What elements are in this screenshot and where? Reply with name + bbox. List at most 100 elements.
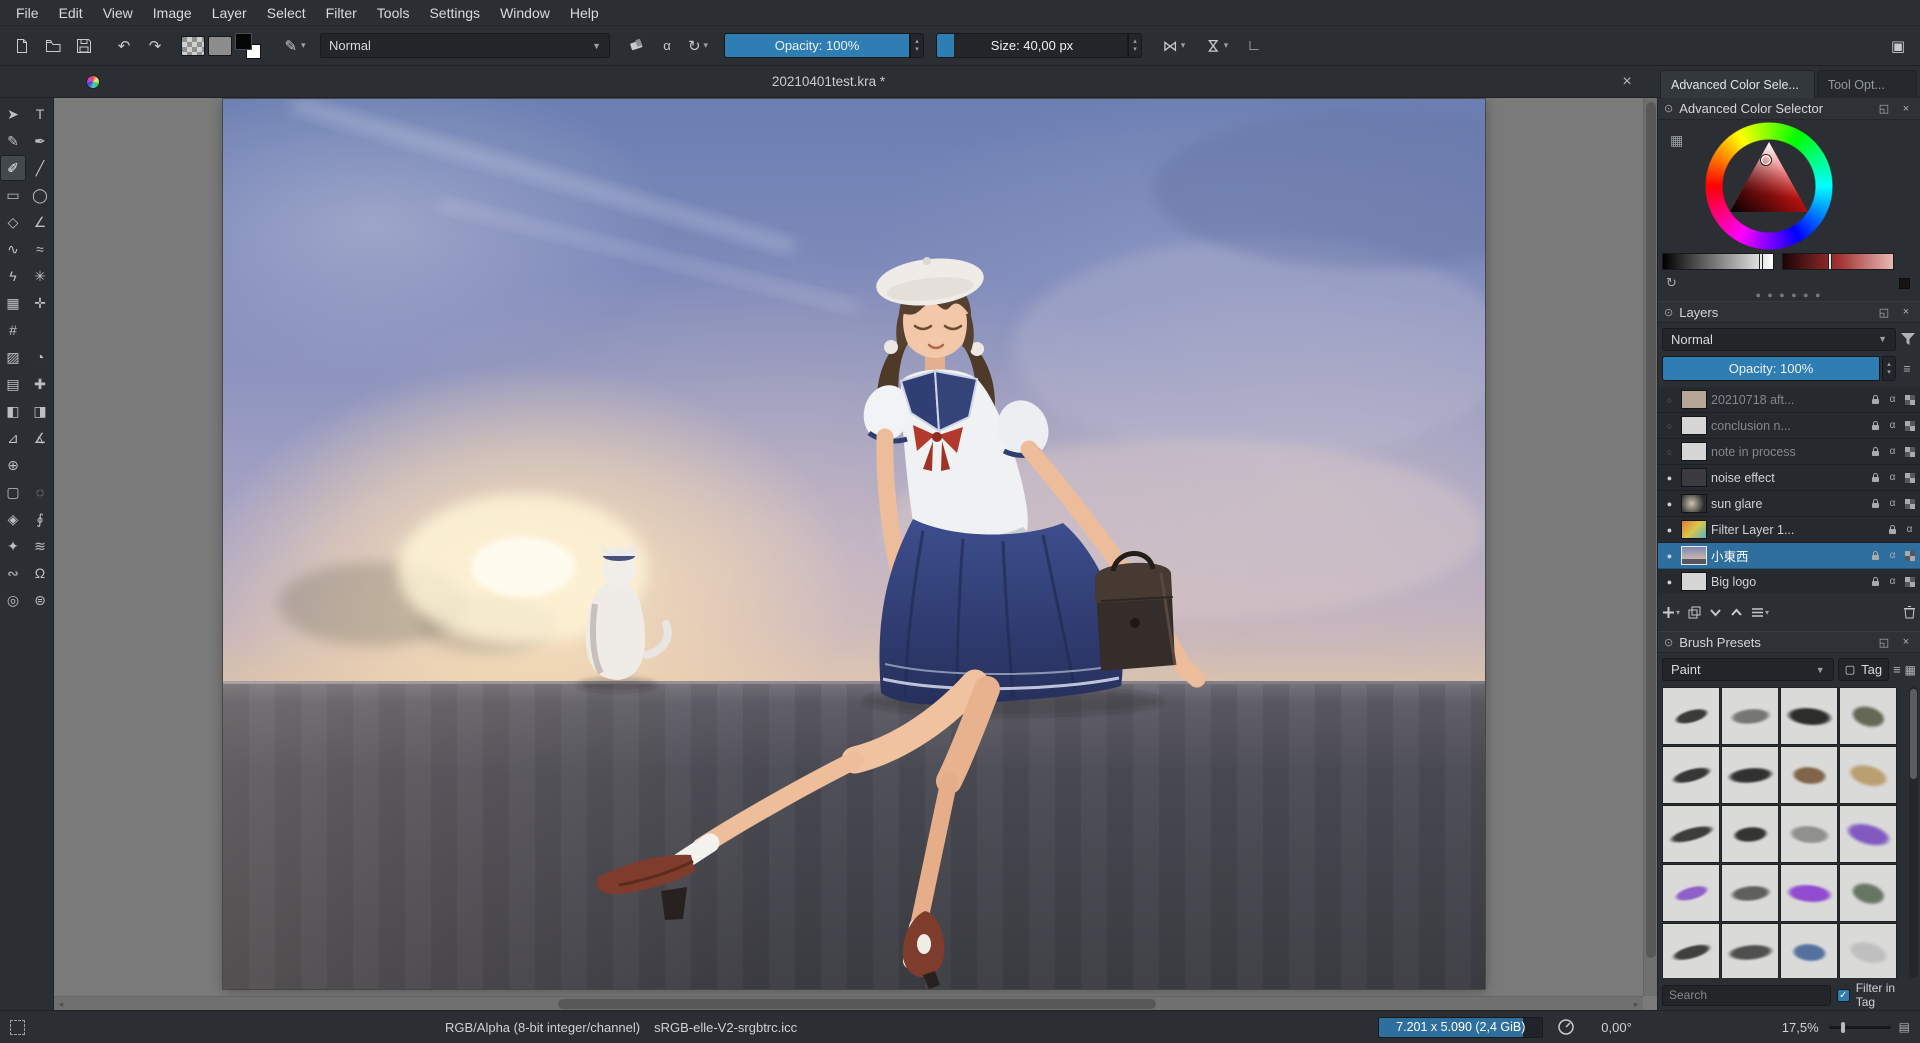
close-docker-icon[interactable]: × xyxy=(1898,103,1914,115)
brush-preset[interactable] xyxy=(1721,923,1779,978)
move-layer-down-button[interactable] xyxy=(1709,606,1722,619)
close-docker-icon[interactable]: × xyxy=(1898,636,1914,648)
tool-polygon[interactable]: ◇ xyxy=(0,209,26,235)
opacity-slider[interactable]: Opacity: 100% xyxy=(724,33,910,58)
hue-shade-gradient-bar[interactable] xyxy=(1782,253,1894,270)
layer-options-menu-icon[interactable]: ≡ xyxy=(1898,362,1916,376)
trim-canvas-button[interactable]: ∟ xyxy=(1240,32,1268,60)
color-wheel[interactable] xyxy=(1705,122,1833,250)
layer-alpha-icon[interactable]: α xyxy=(1886,498,1899,509)
pattern-chooser[interactable] xyxy=(208,36,232,56)
brush-grid-scrollbar[interactable] xyxy=(1909,687,1918,978)
layer-alpha-icon[interactable]: α xyxy=(1886,550,1899,561)
last-color-swatch[interactable] xyxy=(1899,278,1910,289)
canvas-horizontal-scrollbar-handle[interactable] xyxy=(558,999,1156,1009)
layer-lock-icon[interactable] xyxy=(1886,524,1899,535)
layer-visibility-icon[interactable]: ● xyxy=(1662,551,1677,561)
tool-rectangle[interactable]: ▭ xyxy=(0,182,26,208)
tool-freehand-path[interactable]: ≈ xyxy=(27,236,53,262)
mirror-vertical-button[interactable]: ⋈▾ xyxy=(1197,32,1237,60)
close-document-icon[interactable]: × xyxy=(1617,72,1637,92)
canvas-area[interactable]: ◂ ▸ xyxy=(54,98,1657,1010)
layer-row[interactable]: ○note in processα xyxy=(1658,439,1920,465)
tool-fill[interactable]: ◧ xyxy=(0,398,26,424)
layer-visibility-icon[interactable]: ● xyxy=(1662,473,1677,483)
menu-file[interactable]: File xyxy=(6,3,49,23)
tool-dynamic-brush[interactable]: ϟ xyxy=(0,263,26,289)
layer-alpha-icon[interactable]: α xyxy=(1886,394,1899,405)
layer-blend-mode-combobox[interactable]: Normal ▼ xyxy=(1662,328,1896,351)
menu-window[interactable]: Window xyxy=(490,3,560,23)
menu-filter[interactable]: Filter xyxy=(316,3,367,23)
layer-opacity-spinner[interactable]: ▴▾ xyxy=(1882,356,1896,381)
tool-pan[interactable]: ⊜ xyxy=(27,587,53,613)
layer-inherit-alpha-icon[interactable] xyxy=(1903,499,1916,509)
tool-crop[interactable]: # xyxy=(0,317,26,343)
value-gradient-bar[interactable] xyxy=(1662,253,1774,270)
layer-lock-icon[interactable] xyxy=(1869,394,1882,405)
tool-move[interactable]: ✛ xyxy=(27,290,53,316)
brush-preset[interactable] xyxy=(1839,864,1897,922)
layer-opacity-slider[interactable]: Opacity: 100% xyxy=(1662,356,1880,381)
preserve-alpha-button[interactable]: α xyxy=(653,32,681,60)
close-docker-icon[interactable]: × xyxy=(1898,306,1914,318)
layer-visibility-icon[interactable]: ○ xyxy=(1662,421,1677,431)
menu-image[interactable]: Image xyxy=(143,3,202,23)
canvas-painting[interactable] xyxy=(223,99,1485,989)
layer-row[interactable]: ○conclusion n...α xyxy=(1658,413,1920,439)
tool-measure[interactable]: ∡ xyxy=(27,425,53,451)
brush-preset[interactable] xyxy=(1780,687,1838,745)
scroll-left-icon[interactable]: ◂ xyxy=(54,997,68,1010)
layer-alpha-icon[interactable]: α xyxy=(1886,446,1899,457)
brush-preset[interactable] xyxy=(1839,923,1897,978)
tool-select-freehand[interactable]: ∮ xyxy=(27,506,53,532)
selection-display-icon[interactable] xyxy=(10,1020,25,1035)
fg-bg-color-swatch[interactable] xyxy=(235,33,261,59)
layer-lock-icon[interactable] xyxy=(1869,550,1882,561)
tool-multibrush[interactable]: ✳ xyxy=(27,263,53,289)
tag-button[interactable]: ▢ Tag xyxy=(1838,658,1889,681)
layer-thumbnail[interactable] xyxy=(1681,442,1707,461)
brush-preset[interactable] xyxy=(1780,923,1838,978)
layer-visibility-icon[interactable]: ● xyxy=(1662,499,1677,509)
float-docker-icon[interactable]: ◱ xyxy=(1876,102,1892,115)
size-slider[interactable]: Size: 40,00 px xyxy=(936,33,1128,58)
layer-inherit-alpha-icon[interactable] xyxy=(1903,473,1916,483)
layer-lock-icon[interactable] xyxy=(1869,498,1882,509)
layer-inherit-alpha-icon[interactable] xyxy=(1903,577,1916,587)
grid-view-icon[interactable]: ▦ xyxy=(1905,663,1916,677)
docker-lock-icon[interactable]: ⊙ xyxy=(1664,102,1673,115)
tool-polyline[interactable]: ∠ xyxy=(27,209,53,235)
brush-preset[interactable] xyxy=(1780,805,1838,863)
duplicate-layer-button[interactable] xyxy=(1688,606,1701,619)
tool-bezier-curve[interactable]: ∿ xyxy=(0,236,26,262)
brush-preset[interactable] xyxy=(1780,746,1838,804)
layer-alpha-icon[interactable]: α xyxy=(1886,472,1899,483)
tool-edit-shapes[interactable]: ✎ xyxy=(0,128,26,154)
color-selector-settings-icon[interactable]: ▦ xyxy=(1670,132,1683,149)
tool-select-contiguous[interactable]: ✦ xyxy=(0,533,26,559)
gradient-chooser[interactable] xyxy=(181,36,205,56)
menu-view[interactable]: View xyxy=(93,3,143,23)
tool-calligraphy[interactable]: ✒ xyxy=(27,128,53,154)
layer-thumbnail[interactable] xyxy=(1681,468,1707,487)
zoom-mode-icon[interactable]: ▤ xyxy=(1899,1020,1910,1034)
brush-preset[interactable] xyxy=(1721,687,1779,745)
tool-zoom[interactable]: ◎ xyxy=(0,587,26,613)
foreground-color-swatch[interactable] xyxy=(235,33,252,50)
docker-lock-icon[interactable]: ⊙ xyxy=(1664,306,1673,319)
canvas-angle-value[interactable]: 0,00° xyxy=(1601,1020,1632,1035)
tool-freehand-brush[interactable]: ✐ xyxy=(0,155,26,181)
save-button[interactable] xyxy=(70,32,98,60)
add-layer-button[interactable]: ▾ xyxy=(1662,606,1680,619)
menu-layer[interactable]: Layer xyxy=(202,3,257,23)
layer-lock-icon[interactable] xyxy=(1869,446,1882,457)
brush-preset[interactable] xyxy=(1780,864,1838,922)
tool-select-elliptical[interactable]: ◌ xyxy=(27,479,53,505)
layer-thumbnail[interactable] xyxy=(1681,494,1707,513)
brush-search-input[interactable] xyxy=(1662,985,1831,1006)
layer-alpha-icon[interactable]: α xyxy=(1903,524,1916,535)
menu-select[interactable]: Select xyxy=(257,3,316,23)
layer-row[interactable]: ●noise effectα xyxy=(1658,465,1920,491)
mirror-horizontal-button[interactable]: ⋈▾ xyxy=(1154,32,1194,60)
